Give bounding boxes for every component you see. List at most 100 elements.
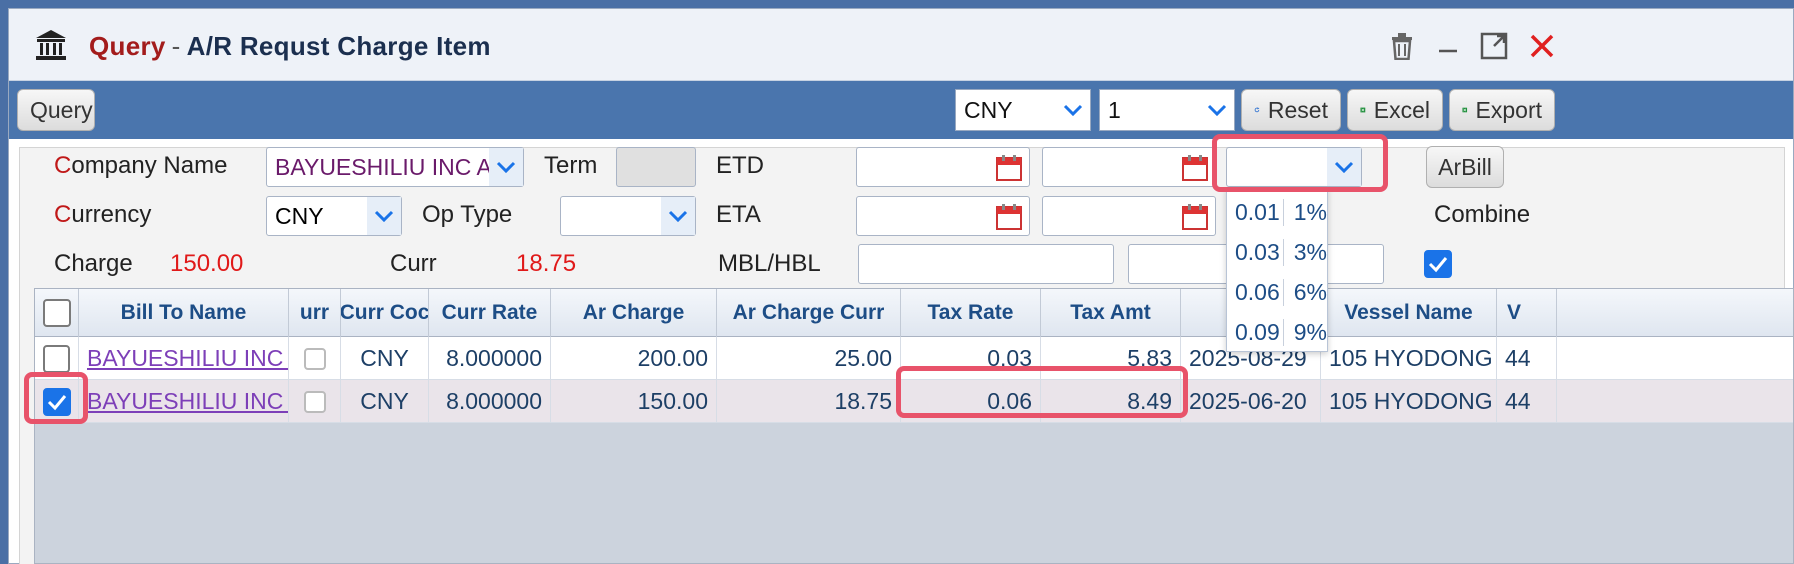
bank-icon — [36, 30, 66, 60]
charge-value: 150.00 — [170, 250, 244, 277]
query-button-label: Query — [30, 96, 93, 123]
calendar-icon[interactable] — [995, 203, 1023, 231]
bill-to-cell[interactable]: BAYUESHILIU INC A — [79, 337, 289, 380]
check-icon — [47, 394, 66, 410]
combine-checkbox[interactable] — [1424, 250, 1452, 278]
excel-icon — [1462, 107, 1468, 113]
tax-amt-cell: 5.83 — [1041, 337, 1181, 380]
excel-icon — [1360, 107, 1366, 113]
reset-button-label: Reset — [1267, 96, 1328, 123]
currency-field-value: CNY — [275, 202, 324, 229]
term-field — [616, 147, 696, 187]
ar-charge-curr-cell: 18.75 — [717, 380, 901, 423]
col-curr-rate[interactable]: Curr Rate — [429, 289, 551, 337]
reset-button[interactable]: Reset — [1241, 89, 1341, 131]
trash-icon[interactable] — [1385, 29, 1419, 63]
chevron-down-icon — [1200, 90, 1234, 130]
charge-label: Charge — [54, 250, 133, 277]
title-bar: Query - A/R Requst Charge Item — [9, 9, 1793, 81]
company-name-value: BAYUESHILIU INC A — [275, 153, 492, 180]
chevron-down-icon — [1327, 148, 1361, 186]
select-all-cell — [35, 289, 79, 337]
excel-button[interactable]: Excel — [1347, 89, 1443, 131]
currency-select-value: CNY — [964, 96, 1013, 123]
col-v[interactable]: V — [1497, 289, 1557, 337]
tax-rate-select[interactable] — [1226, 147, 1362, 187]
currency-select[interactable]: CNY — [955, 89, 1091, 131]
op-type-label: Op Type — [422, 201, 513, 228]
mbl-hbl-label: MBL/HBL — [718, 250, 821, 277]
chevron-down-icon — [1056, 90, 1090, 130]
etd-to-field[interactable] — [1042, 147, 1216, 187]
vessel-cell: 105 HYODONG C — [1321, 380, 1497, 423]
bill-to-link[interactable]: BAYUESHILIU INC A — [87, 345, 288, 372]
arbill-button[interactable]: ArBill — [1426, 146, 1504, 188]
mbl-field[interactable] — [858, 244, 1114, 284]
chevron-down-icon — [661, 197, 695, 235]
curr-cell — [289, 380, 341, 423]
table-row[interactable]: BAYUESHILIU INC A CNY 8.000000 200.00 25… — [35, 337, 1793, 380]
currency-field[interactable]: CNY — [266, 196, 402, 236]
calendar-icon[interactable] — [1181, 154, 1209, 182]
table-row[interactable]: BAYUESHILIU INC A CNY 8.000000 150.00 18… — [35, 380, 1793, 423]
toolbar: Query CNY 1 Reset Excel Export — [9, 81, 1793, 139]
tax-rate-cell: 0.06 — [901, 380, 1041, 423]
minimize-icon[interactable] — [1431, 29, 1465, 63]
tax-option[interactable]: 0.09 9% — [1227, 309, 1327, 355]
eta-label: ETA — [716, 201, 761, 228]
charge-grid: Bill To Name urr Curr Coc Curr Rate Ar C… — [34, 288, 1794, 564]
ar-charge-cell: 150.00 — [551, 380, 717, 423]
ar-charge-cell: 200.00 — [551, 337, 717, 380]
col-tax-rate[interactable]: Tax Rate — [901, 289, 1041, 337]
date-cell: 2025-06-20 — [1181, 380, 1321, 423]
close-icon[interactable] — [1525, 29, 1559, 63]
col-curr-code[interactable]: Curr Coc — [341, 289, 429, 337]
col-vessel-name[interactable]: Vessel Name — [1321, 289, 1497, 337]
row-checkbox[interactable] — [42, 387, 71, 416]
calendar-icon[interactable] — [1181, 203, 1209, 231]
title-prefix: Query — [89, 31, 166, 61]
chevron-down-icon — [367, 197, 401, 235]
vessel-cell: 105 HYODONG C — [1321, 337, 1497, 380]
v-cell: 44 — [1497, 380, 1557, 423]
curr-value: 18.75 — [516, 250, 577, 277]
eta-from-field[interactable] — [856, 196, 1030, 236]
combine-label: Combine — [1434, 201, 1531, 228]
col-tax-amt[interactable]: Tax Amt — [1041, 289, 1181, 337]
curr-code-cell: CNY — [341, 337, 429, 380]
curr-checkbox[interactable] — [303, 347, 326, 370]
curr-rate-cell: 8.000000 — [429, 380, 551, 423]
grid-header: Bill To Name urr Curr Coc Curr Rate Ar C… — [35, 289, 1793, 337]
rate-select[interactable]: 1 — [1099, 89, 1235, 131]
col-ar-charge-curr[interactable]: Ar Charge Curr — [717, 289, 901, 337]
curr-cell — [289, 337, 341, 380]
rate-select-value: 1 — [1108, 96, 1121, 123]
tax-rate-cell: 0.03 — [901, 337, 1041, 380]
bill-to-link[interactable]: BAYUESHILIU INC A — [87, 388, 288, 415]
col-bill-to-name[interactable]: Bill To Name — [79, 289, 289, 337]
query-button[interactable]: Query — [17, 89, 95, 131]
maximize-icon[interactable] — [1477, 29, 1511, 63]
bill-to-cell[interactable]: BAYUESHILIU INC A — [79, 380, 289, 423]
curr-checkbox[interactable] — [303, 390, 326, 413]
chevron-down-icon — [489, 148, 523, 186]
etd-label: ETD — [716, 152, 764, 179]
curr-label: Curr — [390, 250, 437, 277]
export-button[interactable]: Export — [1449, 89, 1555, 131]
eta-to-field[interactable] — [1042, 196, 1216, 236]
v-cell: 44 — [1497, 337, 1557, 380]
currency-label: Currency — [54, 201, 152, 228]
row-select-cell — [35, 337, 79, 380]
company-name-select[interactable]: BAYUESHILIU INC A — [266, 147, 524, 187]
select-all-checkbox[interactable] — [42, 299, 71, 327]
row-checkbox[interactable] — [43, 344, 70, 373]
check-icon — [1428, 257, 1448, 273]
col-ar-charge[interactable]: Ar Charge — [551, 289, 717, 337]
ar-charge-curr-cell: 25.00 — [717, 337, 901, 380]
excel-button-label: Excel — [1373, 96, 1430, 123]
curr-rate-cell: 8.000000 — [429, 337, 551, 380]
op-type-select[interactable] — [560, 196, 696, 236]
calendar-icon[interactable] — [995, 154, 1023, 182]
col-curr[interactable]: urr — [289, 289, 341, 337]
etd-from-field[interactable] — [856, 147, 1030, 187]
